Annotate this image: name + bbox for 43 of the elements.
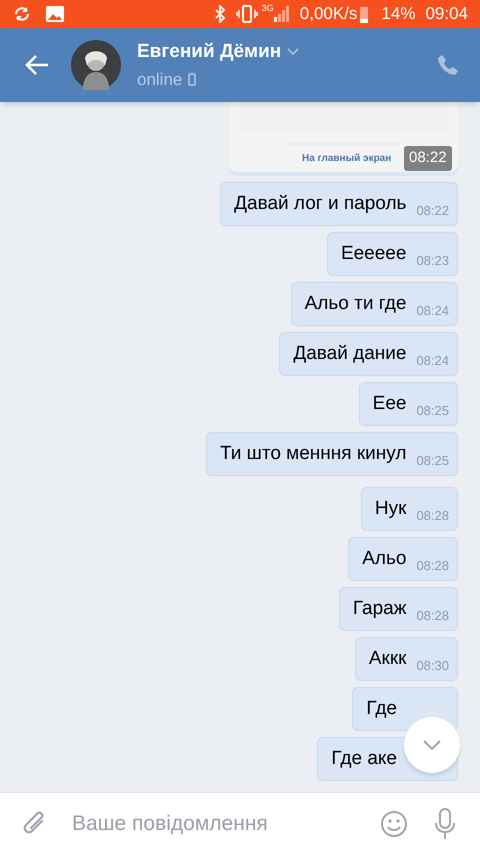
vibrate-icon (236, 5, 258, 23)
photo-time: 08:22 (404, 146, 452, 170)
message-time: 08:24 (416, 352, 449, 370)
message-time: 08:24 (416, 302, 449, 320)
message-text: Аккк (368, 646, 406, 671)
image-icon (46, 6, 64, 22)
message-text: Альо ти где (304, 292, 406, 316)
clock: 09:04 (425, 3, 468, 26)
message-text: Альо (362, 546, 406, 571)
message-text: Где (366, 696, 397, 721)
message-time: 08:25 (416, 402, 449, 420)
message-text: Где аке (331, 746, 397, 771)
message-time: 08:22 (416, 202, 449, 220)
network-type: 3G (262, 2, 274, 15)
battery-icon (359, 5, 370, 23)
message-time: 08:28 (416, 507, 449, 526)
message-text: Еее (372, 392, 406, 416)
bluetooth-icon (214, 5, 226, 23)
message-text: Ееееее (340, 242, 406, 266)
battery-level: 14% (381, 3, 416, 26)
avatar (71, 40, 121, 90)
message-time: 08:28 (416, 557, 449, 576)
chevron-down-icon (422, 739, 442, 751)
message-text: Давай лог и пароль (234, 192, 406, 216)
message-time: 08:28 (416, 607, 449, 626)
microphone-icon[interactable] (434, 808, 456, 840)
photo-attachment[interactable]: На главный экран 08:22 (229, 102, 458, 176)
message-text: Давай дание (293, 342, 406, 366)
message-text: Ти што менння кинул (220, 442, 406, 466)
message-time: 08:25 (416, 452, 449, 470)
message-text: Гараж (352, 596, 406, 621)
phone-device-icon (188, 72, 196, 86)
signal-icon (274, 6, 290, 22)
sync-icon (12, 5, 32, 23)
chevron-down-icon (287, 48, 300, 56)
message-time: 08:23 (416, 252, 449, 270)
emoji-icon[interactable] (380, 810, 408, 838)
message-text: Нук (374, 496, 406, 521)
contact-name[interactable]: Евгений Дёмин (137, 38, 282, 66)
network-speed: 0,00K/s (300, 3, 358, 26)
home-screen-link[interactable]: На главный экран (302, 151, 392, 166)
online-status: online (137, 68, 182, 90)
message-time: 08:30 (416, 657, 449, 676)
